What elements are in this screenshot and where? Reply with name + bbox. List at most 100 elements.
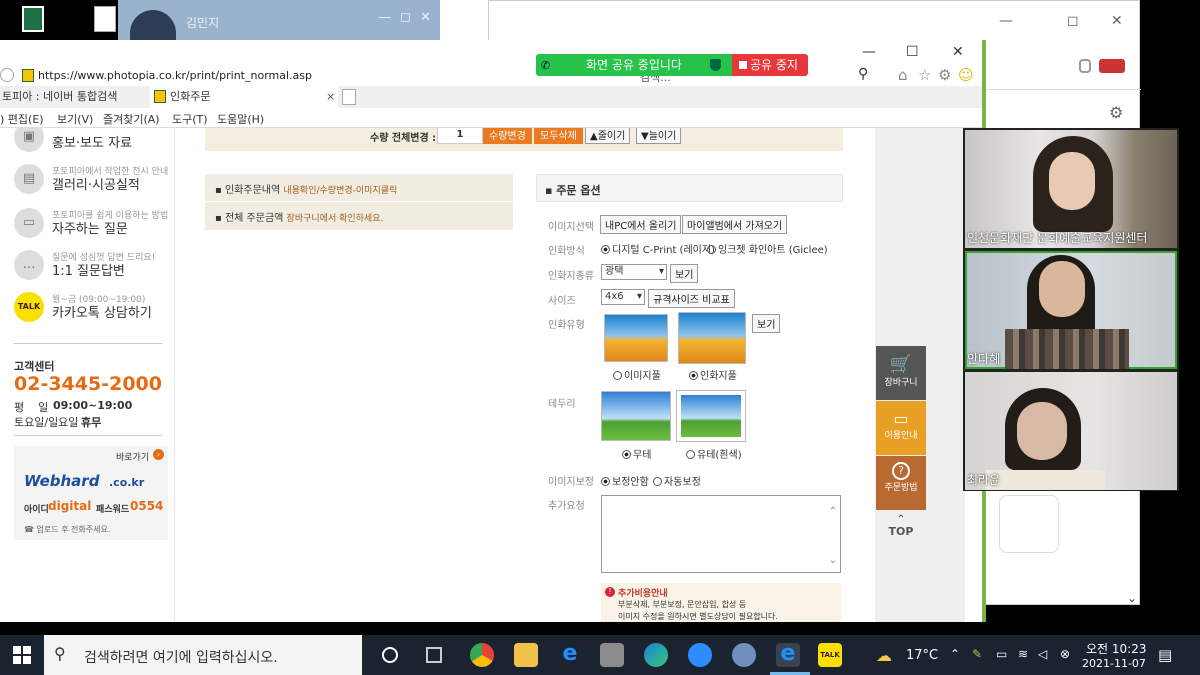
profile-avatar (130, 10, 176, 40)
tray-chevron-icon[interactable]: ⌃ (950, 647, 960, 661)
request-textarea[interactable]: ⌃ ⌄ (601, 495, 841, 573)
file-explorer-icon[interactable] (514, 643, 538, 667)
clock-date[interactable]: 2021-11-07 (1082, 657, 1146, 670)
shortcut-link[interactable]: 바로가기 (116, 450, 149, 463)
edge-icon[interactable] (644, 643, 668, 667)
tab-naver[interactable]: 토피아 : 네이버 통합검색 (0, 86, 148, 108)
participant-face (1049, 152, 1095, 210)
menu-help[interactable]: 도움말(H) (217, 111, 264, 127)
qty-input[interactable]: 1 (437, 128, 483, 144)
landscape-thumbnail-borderless[interactable] (601, 391, 671, 441)
order-history-value[interactable]: 내용확인/수량변경-이미지클릭 (283, 186, 397, 196)
corr-auto-radio[interactable]: 자동보정 (653, 473, 701, 488)
menu-tools[interactable]: 도구(T) (172, 111, 208, 127)
ie-active-icon[interactable]: e (776, 643, 800, 667)
corr-none-radio[interactable]: 보정안함 (601, 473, 649, 488)
delete-all-button[interactable]: 모두삭제 (534, 128, 583, 144)
method-float-button[interactable]: ? 주문방법 (876, 456, 926, 510)
kakao-chat-window[interactable]: 김민지 — ◻ ✕ (118, 0, 488, 40)
cart-float-button[interactable]: 🛒 장바구니 (876, 346, 926, 400)
video-tile-3[interactable]: 최라윤 (965, 372, 1177, 490)
chrome-icon[interactable] (470, 643, 494, 667)
paint-icon[interactable] (732, 643, 756, 667)
hangul-file-icon[interactable] (94, 6, 116, 32)
home-icon[interactable]: ⌂ (898, 66, 908, 84)
type-view-button[interactable]: 보기 (752, 314, 781, 333)
video-tile-2[interactable]: 안다혜 (965, 251, 1177, 369)
battery-icon[interactable]: ▭ (996, 647, 1007, 661)
notification-icon[interactable]: ▤ (1158, 646, 1172, 664)
weather-icon[interactable]: ☁ (876, 646, 892, 665)
windows-start-icon[interactable] (13, 646, 31, 664)
landscape-thumbnail-white-border[interactable] (676, 390, 746, 442)
kakaotalk-icon[interactable]: TALK (818, 643, 842, 667)
method-inkjet-radio[interactable]: 잉크젯 화인아트 (Giclee) (707, 241, 828, 256)
desert-thumbnail-image-full[interactable] (604, 314, 668, 362)
kakao-maximize-button[interactable]: ◻ (400, 10, 411, 25)
volume-icon[interactable]: ◁ (1038, 647, 1047, 661)
clock-time[interactable]: 오전 10:23 (1086, 640, 1146, 657)
gear-icon[interactable]: ⚙ (1109, 103, 1123, 122)
cortana-icon[interactable] (382, 647, 398, 663)
kakao-minimize-button[interactable]: — (378, 10, 391, 25)
size-select[interactable]: 4x6 ▾ (601, 289, 645, 305)
close-circle-icon[interactable]: ⊗ (1060, 647, 1070, 661)
question-icon: ? (892, 462, 910, 480)
back-close-button[interactable]: ✕ (1111, 13, 1123, 29)
search-icon[interactable]: ⚲ (858, 66, 868, 82)
menu-edit[interactable]: ) 편집(E) (0, 111, 44, 127)
desert-thumbnail-print-full[interactable] (678, 312, 746, 364)
ie-maximize-button[interactable]: ☐ (906, 44, 919, 60)
excel-file-icon[interactable] (22, 6, 44, 32)
qty-change-button[interactable]: 수량변경 (483, 128, 532, 144)
taskbar-search-box[interactable]: ⚲ 검색하려면 여기에 입력하십시오. (44, 635, 362, 675)
ie-close-button[interactable]: ✕ (952, 44, 964, 60)
reduce-button[interactable]: ▲줄이기 (585, 128, 631, 144)
smiley-icon[interactable]: ☺ (958, 66, 974, 84)
paper-select[interactable]: 광택 ▾ (601, 264, 667, 280)
menu-favorites[interactable]: 즐겨찾기(A) (103, 111, 160, 127)
menu-bar: ) 편집(E) 보기(V) 즐겨찾기(A) 도구(T) 도움말(H) (0, 108, 982, 128)
favorites-star-icon[interactable]: ☆ (918, 66, 931, 84)
sidebar-item-label: 자주하는 질문 (52, 222, 128, 237)
type-image-full-radio[interactable]: 이미지풀 (613, 367, 661, 382)
guide-float-button[interactable]: ▭ 이용안내 (876, 401, 926, 455)
back-nav-icon[interactable] (0, 68, 14, 82)
new-tab-icon[interactable] (342, 89, 356, 105)
back-minimize-button[interactable]: — (999, 13, 1013, 29)
id-value: digital (48, 499, 92, 513)
tab-close-icon[interactable]: × (326, 86, 335, 108)
size-compare-button[interactable]: 규격사이즈 비교표 (648, 289, 735, 308)
wifi-icon[interactable]: ≋ (1018, 647, 1028, 661)
upload-pc-button[interactable]: 내PC에서 올리기 (600, 215, 682, 234)
print-method-label: 인화방식 (548, 246, 585, 257)
tab-order-label: 인화주문 (170, 90, 211, 103)
weather-temp[interactable]: 17°C (906, 648, 938, 663)
paper-view-button[interactable]: 보기 (670, 264, 699, 283)
printer-app-icon[interactable] (600, 643, 624, 667)
url-field[interactable]: https://www.photopia.co.kr/print/print_n… (38, 69, 312, 82)
back-scroll-icon[interactable]: ⌄ (1127, 591, 1137, 605)
type-print-full-radio[interactable]: 인화지풀 (689, 367, 737, 382)
kakao-close-button[interactable]: ✕ (420, 10, 431, 25)
increase-button[interactable]: ▼늘이기 (636, 128, 682, 144)
from-album-button[interactable]: 마이앨범에서 가져오기 (682, 215, 788, 234)
tools-gear-icon[interactable]: ⚙ (938, 66, 951, 84)
tab-order[interactable]: 인화주문 × (150, 86, 338, 108)
ie-icon[interactable]: e (558, 643, 582, 667)
video-tile-1[interactable]: 인천문화재단 문화예술교육지원센터 (965, 130, 1177, 248)
zoom-icon[interactable] (688, 643, 712, 667)
ie-minimize-button[interactable]: — (862, 44, 876, 60)
menu-view[interactable]: 보기(V) (57, 111, 93, 127)
task-view-icon[interactable] (426, 647, 442, 663)
options-title: 주문 옵션 (556, 184, 601, 197)
webhard-box[interactable]: 바로가기 › Webhard .co.kr 아이디 digital 패스워드 0… (14, 446, 168, 540)
pen-icon[interactable]: ✎ (972, 647, 982, 661)
border-none-radio[interactable]: 무테 (622, 446, 651, 461)
sidebar-item-label: 갤러리·시공실적 (52, 178, 140, 193)
back-maximize-button[interactable]: ◻ (1067, 13, 1079, 29)
windows-taskbar: ⚲ 검색하려면 여기에 입력하십시오. e e TALK ☁ 17°C ⌃ ✎ … (0, 635, 1200, 675)
top-button[interactable]: ⌃ TOP (876, 514, 926, 538)
method-digital-radio[interactable]: 디지털 C-Print (레이저) (601, 241, 715, 256)
border-white-radio[interactable]: 유테(흰색) (686, 446, 742, 461)
